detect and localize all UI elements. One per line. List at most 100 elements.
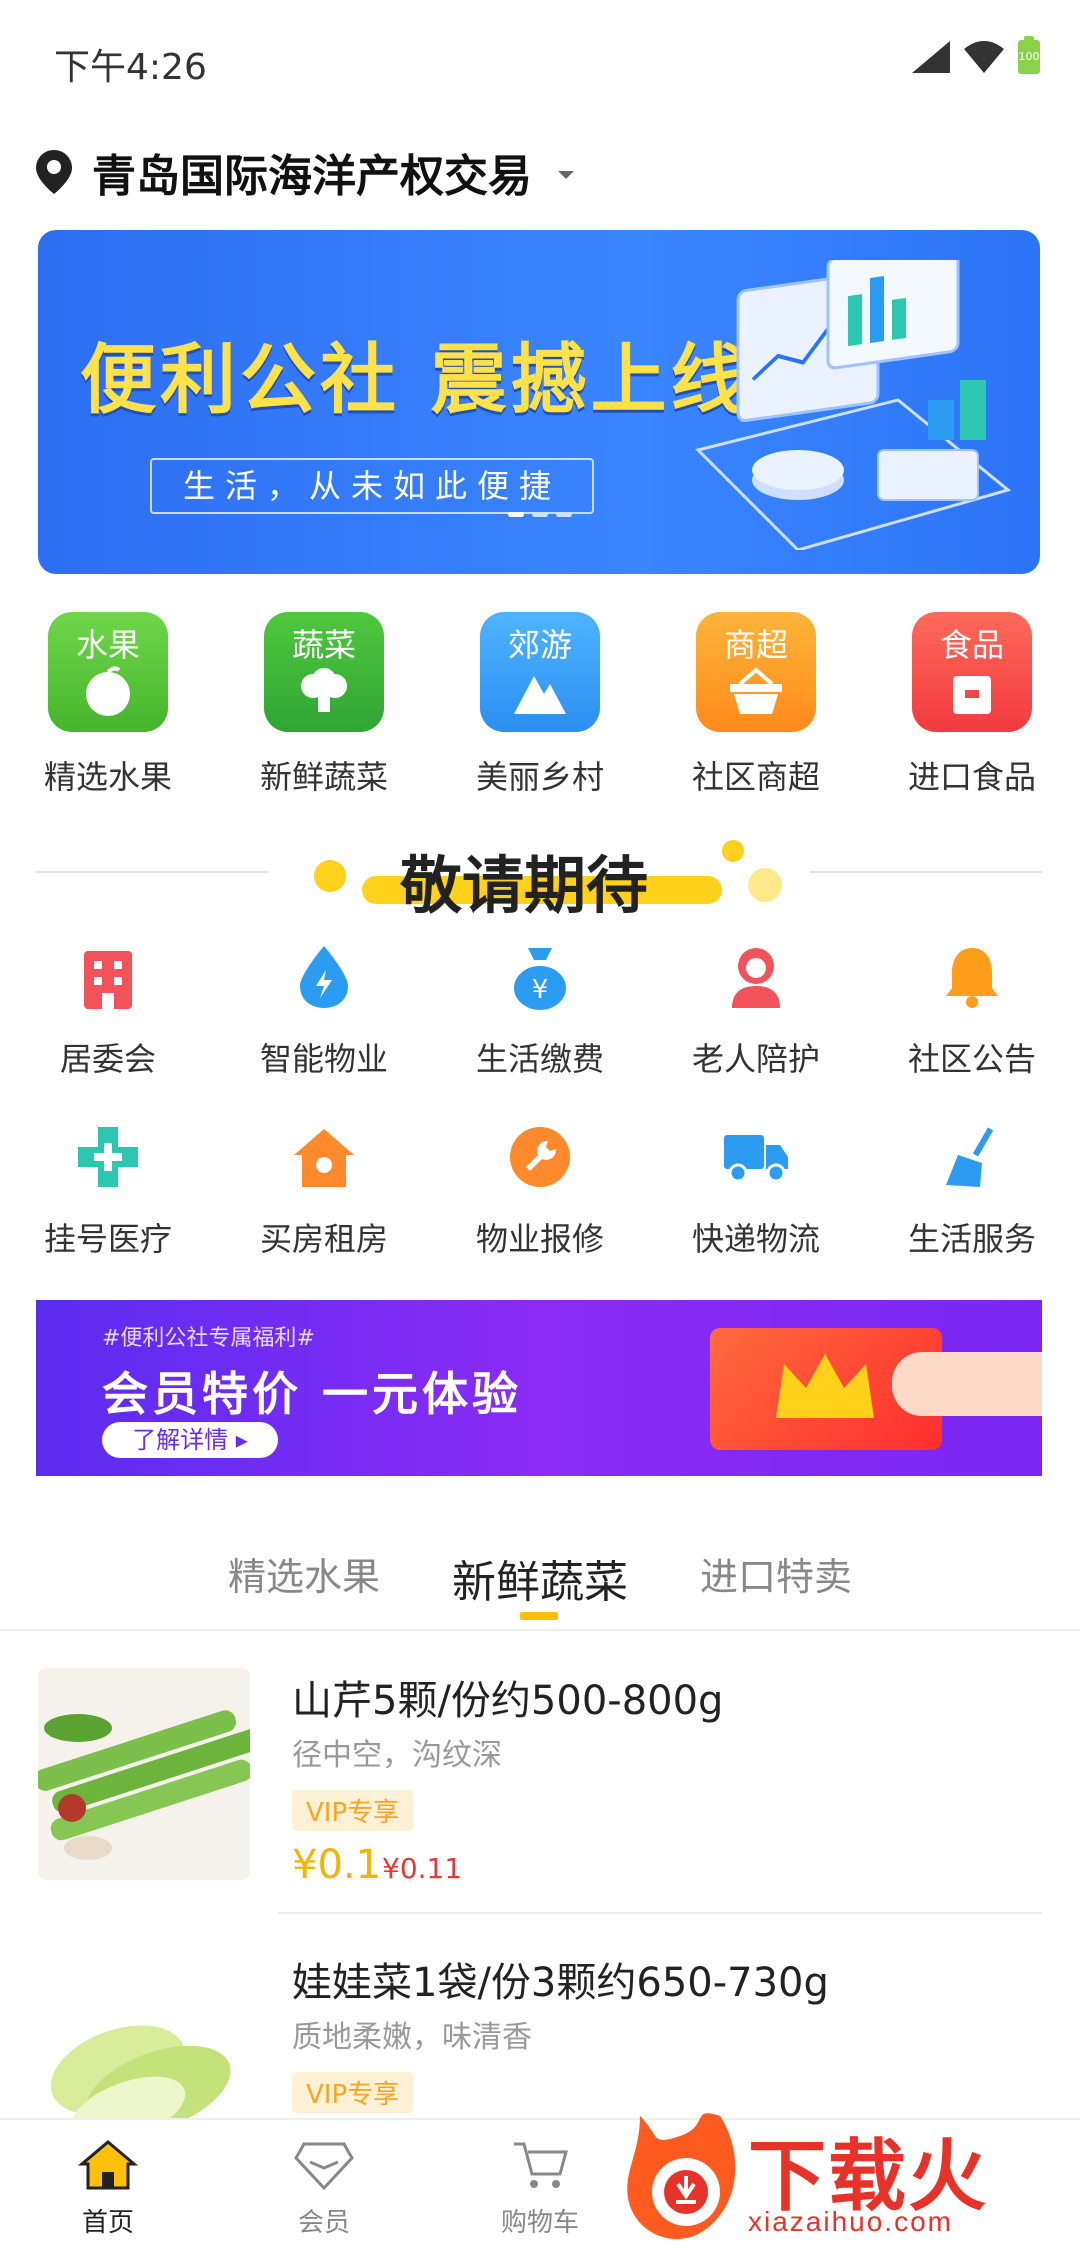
category-label: 新鲜蔬菜 — [259, 758, 388, 796]
hero-banner[interactable]: 便利公社 震撼上线 生活，从未如此便捷 — [38, 230, 1040, 574]
crown-icon — [776, 1354, 874, 1418]
product-image — [38, 1668, 250, 1880]
service-smart-property[interactable]: 智能物业 — [216, 942, 432, 1080]
divider-left — [36, 871, 268, 873]
services-row-1: 居委会 智能物业 ¥ 生活缴费 老人陪护 社区公告 — [0, 942, 1080, 1080]
service-label: 老人陪护 — [691, 1040, 820, 1078]
service-medical[interactable]: 挂号医疗 — [0, 1122, 216, 1260]
water-drop-icon — [300, 946, 348, 1008]
hand-illustration — [892, 1352, 1042, 1416]
mountain-icon — [514, 676, 566, 714]
location-title: 青岛国际海洋产权交易 — [92, 151, 532, 202]
service-label: 买房租房 — [259, 1220, 388, 1258]
divider-right — [810, 871, 1042, 873]
product-tabs: 精选水果 新鲜蔬菜 进口特卖 — [0, 1546, 1080, 1610]
basket-icon — [730, 667, 782, 714]
service-repair[interactable]: 物业报修 — [432, 1122, 648, 1260]
service-label: 智能物业 — [259, 1040, 388, 1078]
medical-cross-icon — [78, 1127, 138, 1187]
nav-cart[interactable]: 购物车 — [432, 2120, 648, 2250]
category-imported-food[interactable]: 食品 进口食品 — [864, 612, 1080, 798]
location-pin-icon — [36, 150, 72, 194]
product-desc: 径中空，沟纹深 — [292, 1738, 502, 1773]
service-bill-payment[interactable]: ¥ 生活缴费 — [432, 942, 648, 1080]
watermark-url: xiazaihuo.com — [748, 2206, 953, 2237]
category-countryside[interactable]: 郊游 美丽乡村 — [432, 612, 648, 798]
category-tag: 食品 — [939, 626, 1004, 664]
product-name: 山芹5颗/份约500-800g — [292, 1678, 724, 1724]
decor-dot — [748, 868, 782, 902]
product-card[interactable]: 娃娃菜1袋/份3颗约650-730g 质地柔嫩，味清香 VIP专享 — [38, 1950, 1042, 2118]
banner-title: 便利公社 震撼上线 — [80, 335, 751, 424]
tab-fruit[interactable]: 精选水果 — [228, 1546, 380, 1610]
category-imported-food-icon: 食品 — [912, 612, 1032, 732]
broccoli-icon — [301, 668, 347, 712]
product-original-price: ¥0.11 — [382, 1852, 463, 1885]
product-name: 娃娃菜1袋/份3颗约650-730g — [292, 1960, 829, 2006]
product-price: ¥0.1 — [292, 1842, 382, 1888]
promo-banner[interactable]: #便利公社专属福利# 会员特价 一元体验 了解详情 ▸ — [36, 1300, 1042, 1476]
service-label: 生活服务 — [907, 1220, 1036, 1258]
status-icons: 100 — [912, 36, 1040, 74]
promo-detail-button[interactable]: 了解详情 ▸ — [102, 1422, 278, 1458]
service-label: 生活缴费 — [475, 1040, 604, 1078]
service-label: 挂号医疗 — [43, 1220, 172, 1258]
carousel-dots — [508, 512, 572, 517]
category-vegetable[interactable]: 蔬菜 新鲜蔬菜 — [216, 612, 432, 798]
nav-home[interactable]: 首页 — [0, 2120, 216, 2250]
wifi-icon — [964, 41, 1004, 73]
nav-member[interactable]: 会员 — [216, 2120, 432, 2250]
category-label: 精选水果 — [43, 758, 172, 796]
wrench-icon — [510, 1127, 570, 1187]
category-vegetable-icon: 蔬菜 — [264, 612, 384, 732]
tab-divider — [0, 1629, 1080, 1631]
watermark: 下载火 xiazaihuo.com — [620, 2100, 1080, 2248]
banner-subtitle: 生活，从未如此便捷 — [150, 458, 594, 514]
service-elderly-care[interactable]: 老人陪护 — [648, 942, 864, 1080]
category-tag: 郊游 — [507, 626, 572, 664]
bell-icon — [946, 948, 998, 1008]
product-card[interactable]: 山芹5颗/份约500-800g 径中空，沟纹深 VIP专享 ¥0.1 ¥0.11 — [38, 1668, 1042, 1888]
tab-vegetable[interactable]: 新鲜蔬菜 — [452, 1546, 628, 1610]
category-tag: 蔬菜 — [291, 626, 356, 664]
category-tag: 商超 — [723, 626, 788, 664]
cart-icon — [514, 2142, 568, 2188]
tab-imported[interactable]: 进口特卖 — [700, 1546, 852, 1610]
service-label: 居委会 — [59, 1040, 156, 1078]
location-selector[interactable]: 青岛国际海洋产权交易 — [36, 140, 574, 204]
nav-label: 会员 — [297, 2208, 350, 2238]
promo-tag: #便利公社专属福利# — [102, 1326, 315, 1351]
house-icon — [294, 1129, 354, 1187]
fire-logo-icon — [627, 2113, 736, 2240]
category-supermarket[interactable]: 商超 社区商超 — [648, 612, 864, 798]
money-bag-icon: ¥ — [514, 948, 566, 1010]
status-time: 下午4:26 — [54, 47, 207, 88]
product-image — [38, 1950, 250, 2118]
tab-indicator — [520, 1612, 558, 1620]
category-countryside-icon: 郊游 — [480, 612, 600, 732]
decor-dot — [722, 840, 744, 862]
coming-soon-title: 敬请期待 — [400, 849, 649, 922]
vip-badge: VIP专享 — [292, 1790, 414, 1831]
service-express[interactable]: 快递物流 — [648, 1122, 864, 1260]
service-neighborhood-committee[interactable]: 居委会 — [0, 942, 216, 1080]
services-row-2: 挂号医疗 买房租房 物业报修 快递物流 生活服务 — [0, 1122, 1080, 1260]
category-row: 水果 精选水果 蔬菜 新鲜蔬菜 郊游 美丽乡村 商超 社区商超 食品 进口食品 — [0, 612, 1080, 798]
building-icon — [84, 951, 132, 1009]
chevron-down-icon — [558, 171, 574, 179]
battery-icon: 100 — [1018, 36, 1040, 74]
service-life[interactable]: 生活服务 — [864, 1122, 1080, 1260]
category-label: 美丽乡村 — [475, 758, 604, 796]
product-desc: 质地柔嫩，味清香 — [292, 2020, 532, 2055]
person-icon — [732, 948, 780, 1008]
promo-title: 会员特价 一元体验 — [102, 1367, 523, 1421]
category-fruit[interactable]: 水果 精选水果 — [0, 612, 216, 798]
carousel-dot — [556, 512, 572, 517]
service-housing[interactable]: 买房租房 — [216, 1122, 432, 1260]
dashboard-illustration-icon — [695, 260, 1012, 550]
diamond-icon — [294, 2142, 354, 2191]
service-community-notice[interactable]: 社区公告 — [864, 942, 1080, 1080]
category-label: 社区商超 — [691, 758, 820, 796]
package-icon — [953, 676, 991, 714]
service-label: 物业报修 — [475, 1220, 604, 1258]
